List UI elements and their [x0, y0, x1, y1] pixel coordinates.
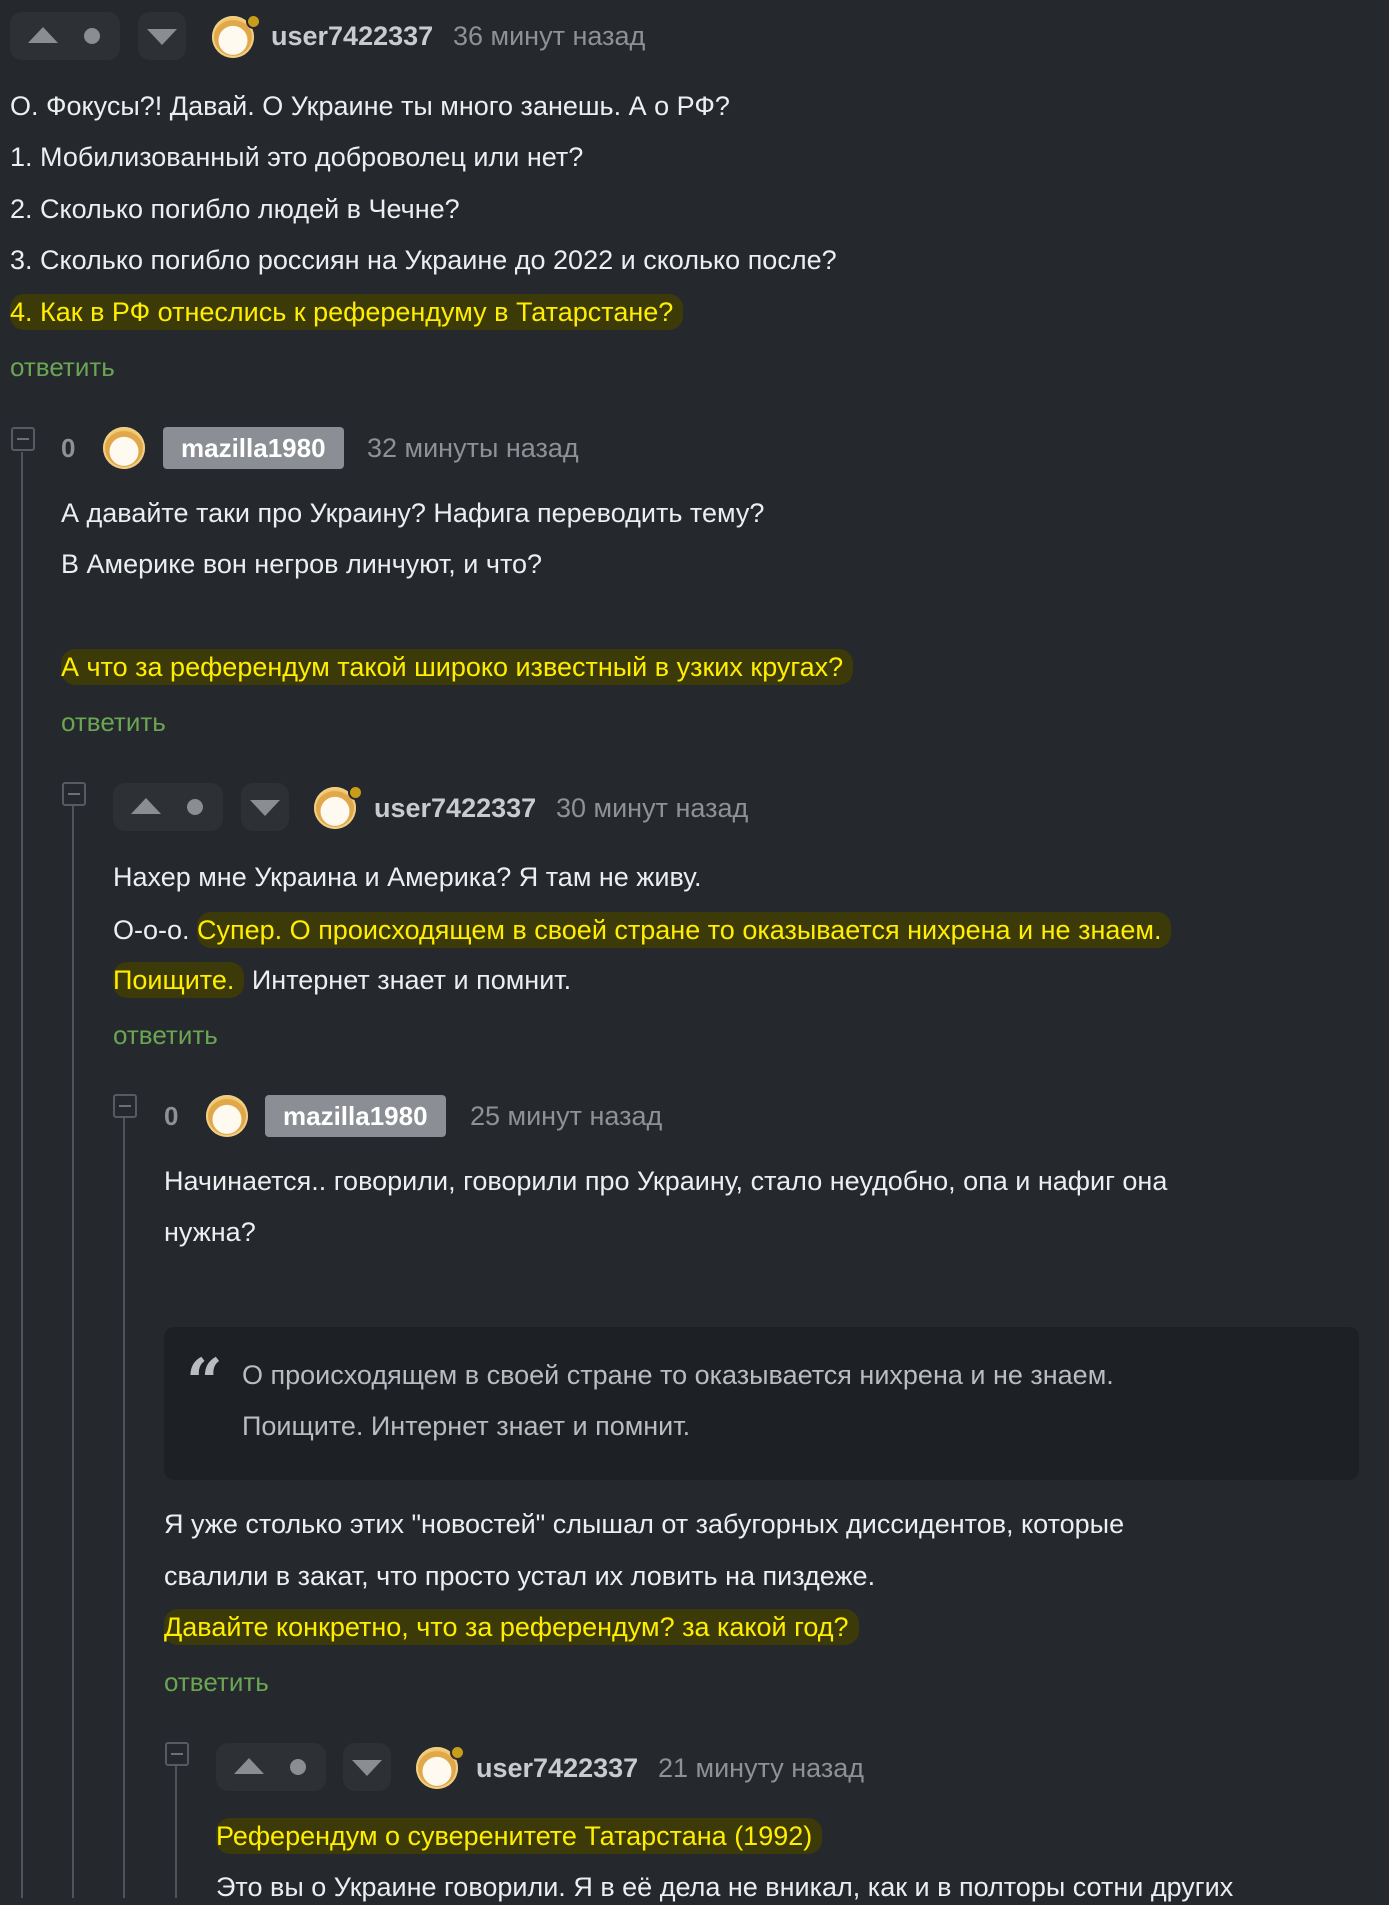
collapse-thread-button[interactable]: [62, 782, 86, 806]
thread-line: [72, 806, 74, 1898]
comment-text-line: 1. Мобилизованный это доброволец или нет…: [10, 142, 584, 172]
highlighted-text: Поищите.: [113, 962, 245, 998]
comment-text-line: нужна?: [164, 1217, 256, 1247]
rating-dot-icon: [290, 1759, 306, 1775]
downvote-button[interactable]: [138, 12, 186, 60]
comment-text-line: Начинается.. говорили, говорили про Укра…: [164, 1166, 1168, 1196]
quote-block: “ О происходящем в своей стране то оказы…: [164, 1327, 1359, 1480]
avatar[interactable]: [103, 427, 145, 469]
thread-line: [21, 452, 23, 1898]
highlighted-text: А что за референдум такой широко известн…: [61, 649, 854, 685]
comment-text-line: Поищите. Интернет знает и помнит.: [113, 962, 571, 998]
collapse-thread-button[interactable]: [11, 427, 35, 451]
downvote-icon: [147, 29, 177, 45]
reply-link[interactable]: ответить: [164, 1665, 269, 1699]
thread-line: [175, 1766, 177, 1898]
online-status-icon: [246, 14, 261, 29]
upvote-icon[interactable]: [131, 798, 161, 814]
downvote-button[interactable]: [241, 783, 289, 831]
vote-box: [10, 12, 120, 60]
collapse-thread-button[interactable]: [113, 1094, 137, 1118]
comment-time[interactable]: 21 минуту назад: [658, 1750, 864, 1786]
comment-time[interactable]: 30 минут назад: [556, 790, 748, 826]
author-badge[interactable]: mazilla1980: [163, 427, 344, 469]
rating-dot-icon: [187, 799, 203, 815]
quote-icon: “: [186, 1345, 223, 1420]
reply-link[interactable]: ответить: [61, 705, 166, 739]
highlighted-text: Референдум о суверенитете Татарстана (19…: [216, 1818, 823, 1854]
collapse-thread-button[interactable]: [165, 1742, 189, 1766]
highlighted-text: 4. Как в РФ отнеслись к референдуму в Та…: [10, 294, 684, 330]
comment-time[interactable]: 25 минут назад: [470, 1098, 662, 1134]
reply-link[interactable]: ответить: [113, 1018, 218, 1052]
comment-text-line: А давайте таки про Украину? Нафига перев…: [61, 498, 765, 528]
upvote-icon[interactable]: [28, 27, 58, 43]
avatar[interactable]: [206, 1095, 248, 1137]
thread-line: [123, 1118, 125, 1898]
vote-box: [113, 783, 223, 831]
comment-text-line: В Америке вон негров линчуют, и что?: [61, 549, 543, 579]
comment-text-line: 3. Сколько погибло россиян на Украине до…: [10, 245, 837, 275]
vote-box: [216, 1743, 326, 1791]
comment-text-line: О. Фокусы?! Давай. О Украине ты много за…: [10, 91, 730, 121]
username[interactable]: user7422337: [476, 1750, 638, 1786]
highlighted-text: Давайте конкретно, что за референдум? за…: [164, 1609, 859, 1645]
username[interactable]: user7422337: [374, 790, 536, 826]
comment-score: 0: [164, 1101, 179, 1131]
author-badge[interactable]: mazilla1980: [265, 1095, 446, 1137]
downvote-icon: [352, 1760, 382, 1776]
comment-time[interactable]: 36 минут назад: [453, 18, 645, 54]
downvote-icon: [250, 800, 280, 816]
upvote-icon[interactable]: [234, 1758, 264, 1774]
comment-score: 0: [61, 433, 76, 463]
quote-text-line: О происходящем в своей стране то оказыва…: [242, 1360, 1114, 1390]
comment-text-line: Я уже столько этих "новостей" слышал от …: [164, 1509, 1125, 1539]
online-status-icon: [348, 785, 363, 800]
reply-link[interactable]: ответить: [10, 350, 115, 384]
comment-text-line: свалили в закат, что просто устал их лов…: [164, 1561, 876, 1591]
comment-time[interactable]: 32 минуты назад: [367, 430, 579, 466]
downvote-button[interactable]: [343, 1743, 391, 1791]
comment-text-line: О-о-о. Супер. О происходящем в своей стр…: [113, 912, 1172, 948]
rating-dot-icon: [84, 28, 100, 44]
online-status-icon: [450, 1745, 465, 1760]
highlighted-text: Супер. О происходящем в своей стране то …: [197, 912, 1172, 948]
username[interactable]: user7422337: [271, 18, 433, 54]
comment-text-line: 2. Сколько погибло людей в Чечне?: [10, 194, 460, 224]
comment-text-line: Нахер мне Украина и Америка? Я там не жи…: [113, 862, 702, 892]
comment-text-line: Это вы о Украине говорили. Я в её дела н…: [216, 1872, 1234, 1902]
quote-text-line: Поищите. Интернет знает и помнит.: [242, 1411, 691, 1441]
